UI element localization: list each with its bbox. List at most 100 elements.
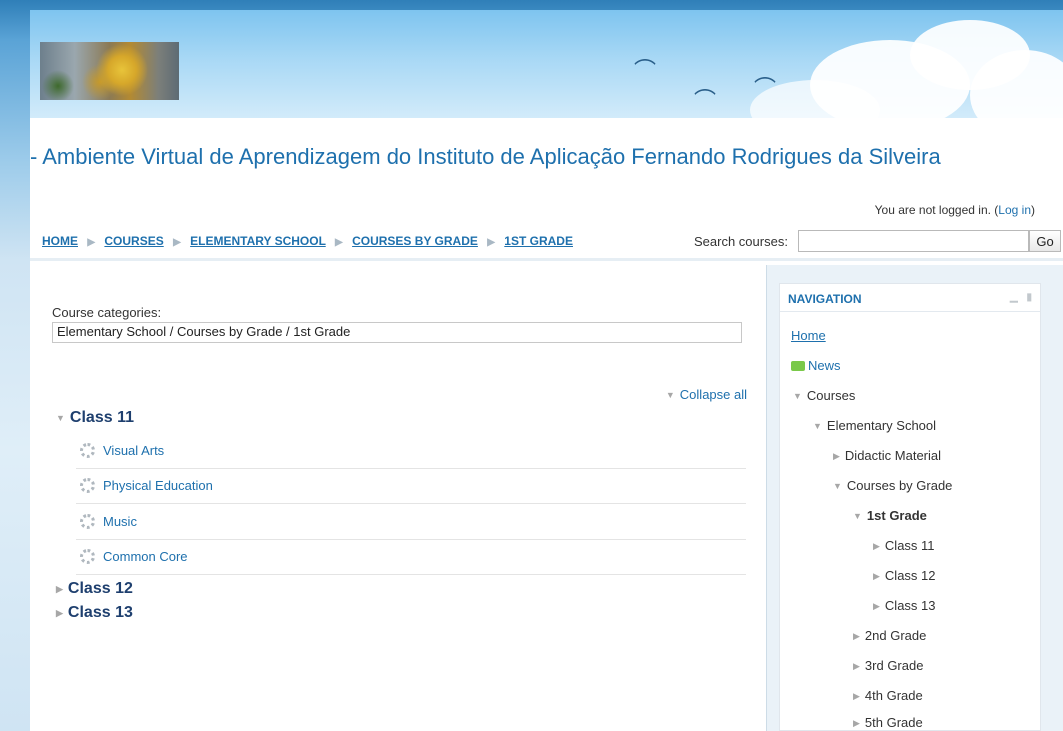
nav-class-11[interactable]: ▶ Class 11: [873, 538, 935, 553]
course-icon: [80, 513, 95, 529]
course-item-music[interactable]: Music: [76, 504, 746, 540]
nav-5th-grade[interactable]: ▶ 5th Grade: [853, 715, 923, 730]
class-node-class-13[interactable]: ▶ Class 13: [56, 601, 746, 627]
course-link[interactable]: Physical Education: [103, 478, 213, 493]
breadcrumb-separator-icon: ▶: [335, 237, 343, 248]
nav-5th-grade-label: 5th Grade: [864, 715, 923, 730]
class-node-class-12[interactable]: ▶ Class 12: [56, 575, 746, 601]
dock-block-icon[interactable]: ▮: [1026, 292, 1032, 303]
search-go-button[interactable]: Go: [1029, 230, 1061, 252]
login-info: You are not logged in. (Log in): [875, 203, 1035, 217]
course-icon: [80, 549, 95, 565]
breadcrumb: HOME ▶ COURSES ▶ ELEMENTARY SCHOOL ▶ COU…: [42, 234, 573, 248]
course-item-visual-arts[interactable]: Visual Arts: [76, 433, 746, 469]
course-link[interactable]: Visual Arts: [103, 443, 164, 458]
nav-class-13-label: Class 13: [884, 598, 936, 613]
breadcrumb-courses-by-grade[interactable]: COURSES BY GRADE: [352, 234, 478, 248]
triangle-right-icon: ▶: [56, 608, 63, 618]
collapse-all-label: Collapse all: [679, 387, 747, 402]
triangle-right-icon: ▶: [873, 601, 880, 611]
login-link[interactable]: Log in: [998, 203, 1031, 217]
search-courses-label: Search courses:: [694, 234, 788, 249]
breadcrumb-courses[interactable]: COURSES: [104, 234, 163, 248]
breadcrumb-separator-icon: ▶: [87, 237, 96, 248]
nav-courses-by-grade[interactable]: ▼ Courses by Grade: [833, 478, 952, 493]
nav-4th-grade[interactable]: ▶ 4th Grade: [853, 688, 923, 703]
triangle-down-icon: ▼: [665, 390, 675, 400]
triangle-down-icon: ▼: [813, 421, 822, 431]
bird-icon: ⌒: [694, 88, 717, 113]
nav-didactic-material-label: Didactic Material: [844, 448, 942, 463]
triangle-right-icon: ▶: [853, 718, 860, 728]
collapse-all-link[interactable]: ▼ Collapse all: [666, 387, 747, 402]
navigation-block-header: NAVIGATION ▁ ▮: [780, 284, 1040, 312]
bird-icon: ⌒: [754, 76, 777, 101]
nav-class-11-label: Class 11: [884, 538, 935, 553]
course-categories-label: Course categories:: [52, 305, 162, 320]
triangle-right-icon: ▶: [853, 691, 860, 701]
course-link[interactable]: Common Core: [103, 549, 188, 564]
triangle-right-icon: ▶: [56, 584, 63, 594]
class-node-label: Class 11: [69, 409, 134, 426]
header-divider: [30, 258, 1063, 261]
nav-courses[interactable]: ▼ Courses: [793, 388, 855, 403]
course-category-select[interactable]: Elementary School / Courses by Grade / 1…: [52, 322, 742, 343]
triangle-down-icon: ▼: [793, 391, 802, 401]
class-node-class-11[interactable]: ▼ Class 11: [56, 409, 746, 433]
nav-news-label: News: [808, 358, 841, 373]
search-courses-input[interactable]: [798, 230, 1029, 252]
course-item-physical-education[interactable]: Physical Education: [76, 469, 746, 504]
nav-class-13[interactable]: ▶ Class 13: [873, 598, 936, 613]
nav-1st-grade-label: 1st Grade: [866, 508, 927, 523]
nav-elementary-school[interactable]: ▼ Elementary School: [813, 418, 936, 433]
triangle-right-icon: ▶: [833, 451, 840, 461]
news-icon: [791, 361, 805, 371]
breadcrumb-elementary-school[interactable]: ELEMENTARY SCHOOL: [190, 234, 326, 248]
nav-class-12-label: Class 12: [884, 568, 936, 583]
navbar: HOME ▶ COURSES ▶ ELEMENTARY SCHOOL ▶ COU…: [42, 230, 1063, 256]
nav-elementary-school-label: Elementary School: [826, 418, 937, 433]
minimize-block-icon[interactable]: ▁: [1010, 292, 1018, 303]
nav-home[interactable]: Home: [791, 328, 826, 343]
page: ⌒ ⌒ ⌒ - Ambiente Virtual de Aprendizagem…: [30, 10, 1063, 731]
site-title: - Ambiente Virtual de Aprendizagem do In…: [30, 144, 941, 169]
site-logo-photo: [40, 42, 179, 100]
triangle-down-icon: ▼: [853, 511, 862, 521]
breadcrumb-separator-icon: ▶: [487, 237, 495, 248]
course-item-common-core[interactable]: Common Core: [76, 540, 746, 575]
nav-3rd-grade[interactable]: ▶ 3rd Grade: [853, 658, 923, 673]
login-status-close: ): [1031, 203, 1035, 217]
course-list: Visual Arts Physical Education Music Com…: [76, 433, 746, 575]
class-node-label: Class 13: [67, 604, 133, 621]
navigation-block: NAVIGATION ▁ ▮ Home News ▼ Courses ▼ Eleme…: [779, 283, 1041, 731]
triangle-right-icon: ▶: [873, 571, 880, 581]
triangle-right-icon: ▶: [853, 661, 860, 671]
breadcrumb-1st-grade[interactable]: 1ST GRADE: [504, 234, 573, 248]
nav-courses-label: Courses: [806, 388, 856, 403]
bird-icon: ⌒: [634, 58, 657, 83]
navigation-block-title: NAVIGATION: [788, 292, 862, 306]
triangle-down-icon: ▼: [56, 413, 65, 423]
breadcrumb-separator-icon: ▶: [173, 237, 181, 248]
nav-class-12[interactable]: ▶ Class 12: [873, 568, 936, 583]
triangle-down-icon: ▼: [833, 481, 842, 491]
nav-3rd-grade-label: 3rd Grade: [864, 658, 924, 673]
nav-courses-by-grade-label: Courses by Grade: [846, 478, 953, 493]
triangle-right-icon: ▶: [873, 541, 880, 551]
course-link[interactable]: Music: [103, 514, 137, 529]
sidebar: NAVIGATION ▁ ▮ Home News ▼ Courses ▼ Eleme…: [766, 265, 1063, 731]
nav-4th-grade-label: 4th Grade: [864, 688, 923, 703]
nav-2nd-grade-label: 2nd Grade: [864, 628, 927, 643]
course-icon: [80, 478, 95, 494]
nav-1st-grade[interactable]: ▼ 1st Grade: [853, 508, 927, 523]
class-tree: ▼ Class 11 Visual Arts Physical Education…: [56, 409, 746, 627]
nav-2nd-grade[interactable]: ▶ 2nd Grade: [853, 628, 926, 643]
nav-didactic-material[interactable]: ▶ Didactic Material: [833, 448, 941, 463]
course-icon: [80, 442, 95, 458]
class-node-label: Class 12: [67, 580, 133, 597]
breadcrumb-home[interactable]: HOME: [42, 234, 78, 248]
login-status-text: You are not logged in. (: [874, 203, 999, 217]
nav-news[interactable]: News: [791, 358, 841, 373]
header-banner: ⌒ ⌒ ⌒: [30, 10, 1063, 118]
triangle-right-icon: ▶: [853, 631, 860, 641]
